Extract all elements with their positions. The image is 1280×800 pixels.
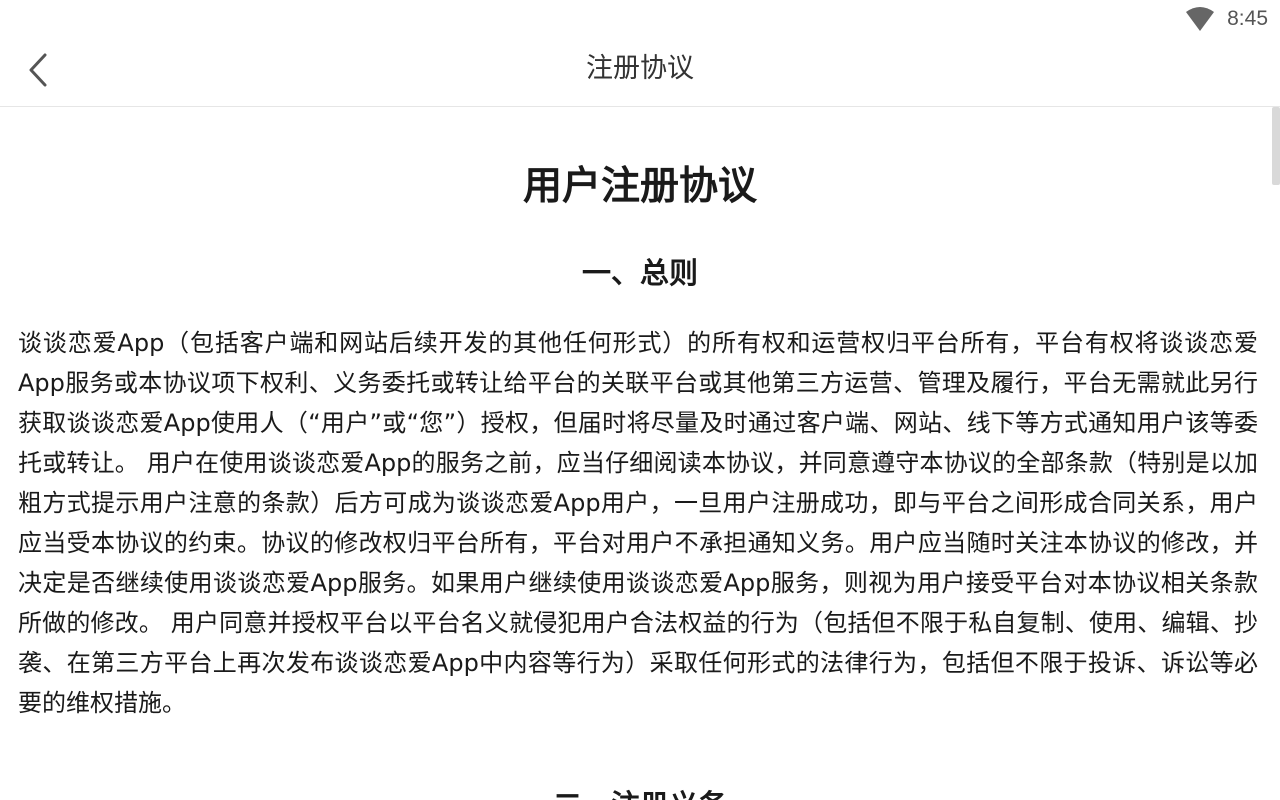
app-bar: 注册协议 — [0, 40, 1280, 107]
agreement-content[interactable]: 用户注册协议 一、总则 谈谈恋爱App（包括客户端和网站后续开发的其他任何形式）… — [0, 107, 1280, 800]
page-title: 注册协议 — [586, 53, 694, 84]
wifi-icon — [1185, 6, 1215, 32]
scrollbar[interactable] — [1272, 107, 1280, 185]
status-time: 8:45 — [1227, 7, 1268, 30]
status-icons: 8:45 — [1185, 6, 1268, 32]
section-heading-general: 一、总则 — [581, 256, 698, 290]
status-bar: 8:45 — [0, 0, 1280, 40]
section-heading-registration: 二、注册义务 — [0, 785, 1280, 800]
section-paragraph-general: 谈谈恋爱App（包括客户端和网站后续开发的其他任何形式）的所有权和运营权归平台所… — [18, 329, 1258, 717]
document-title: 用户注册协议 — [522, 164, 757, 209]
